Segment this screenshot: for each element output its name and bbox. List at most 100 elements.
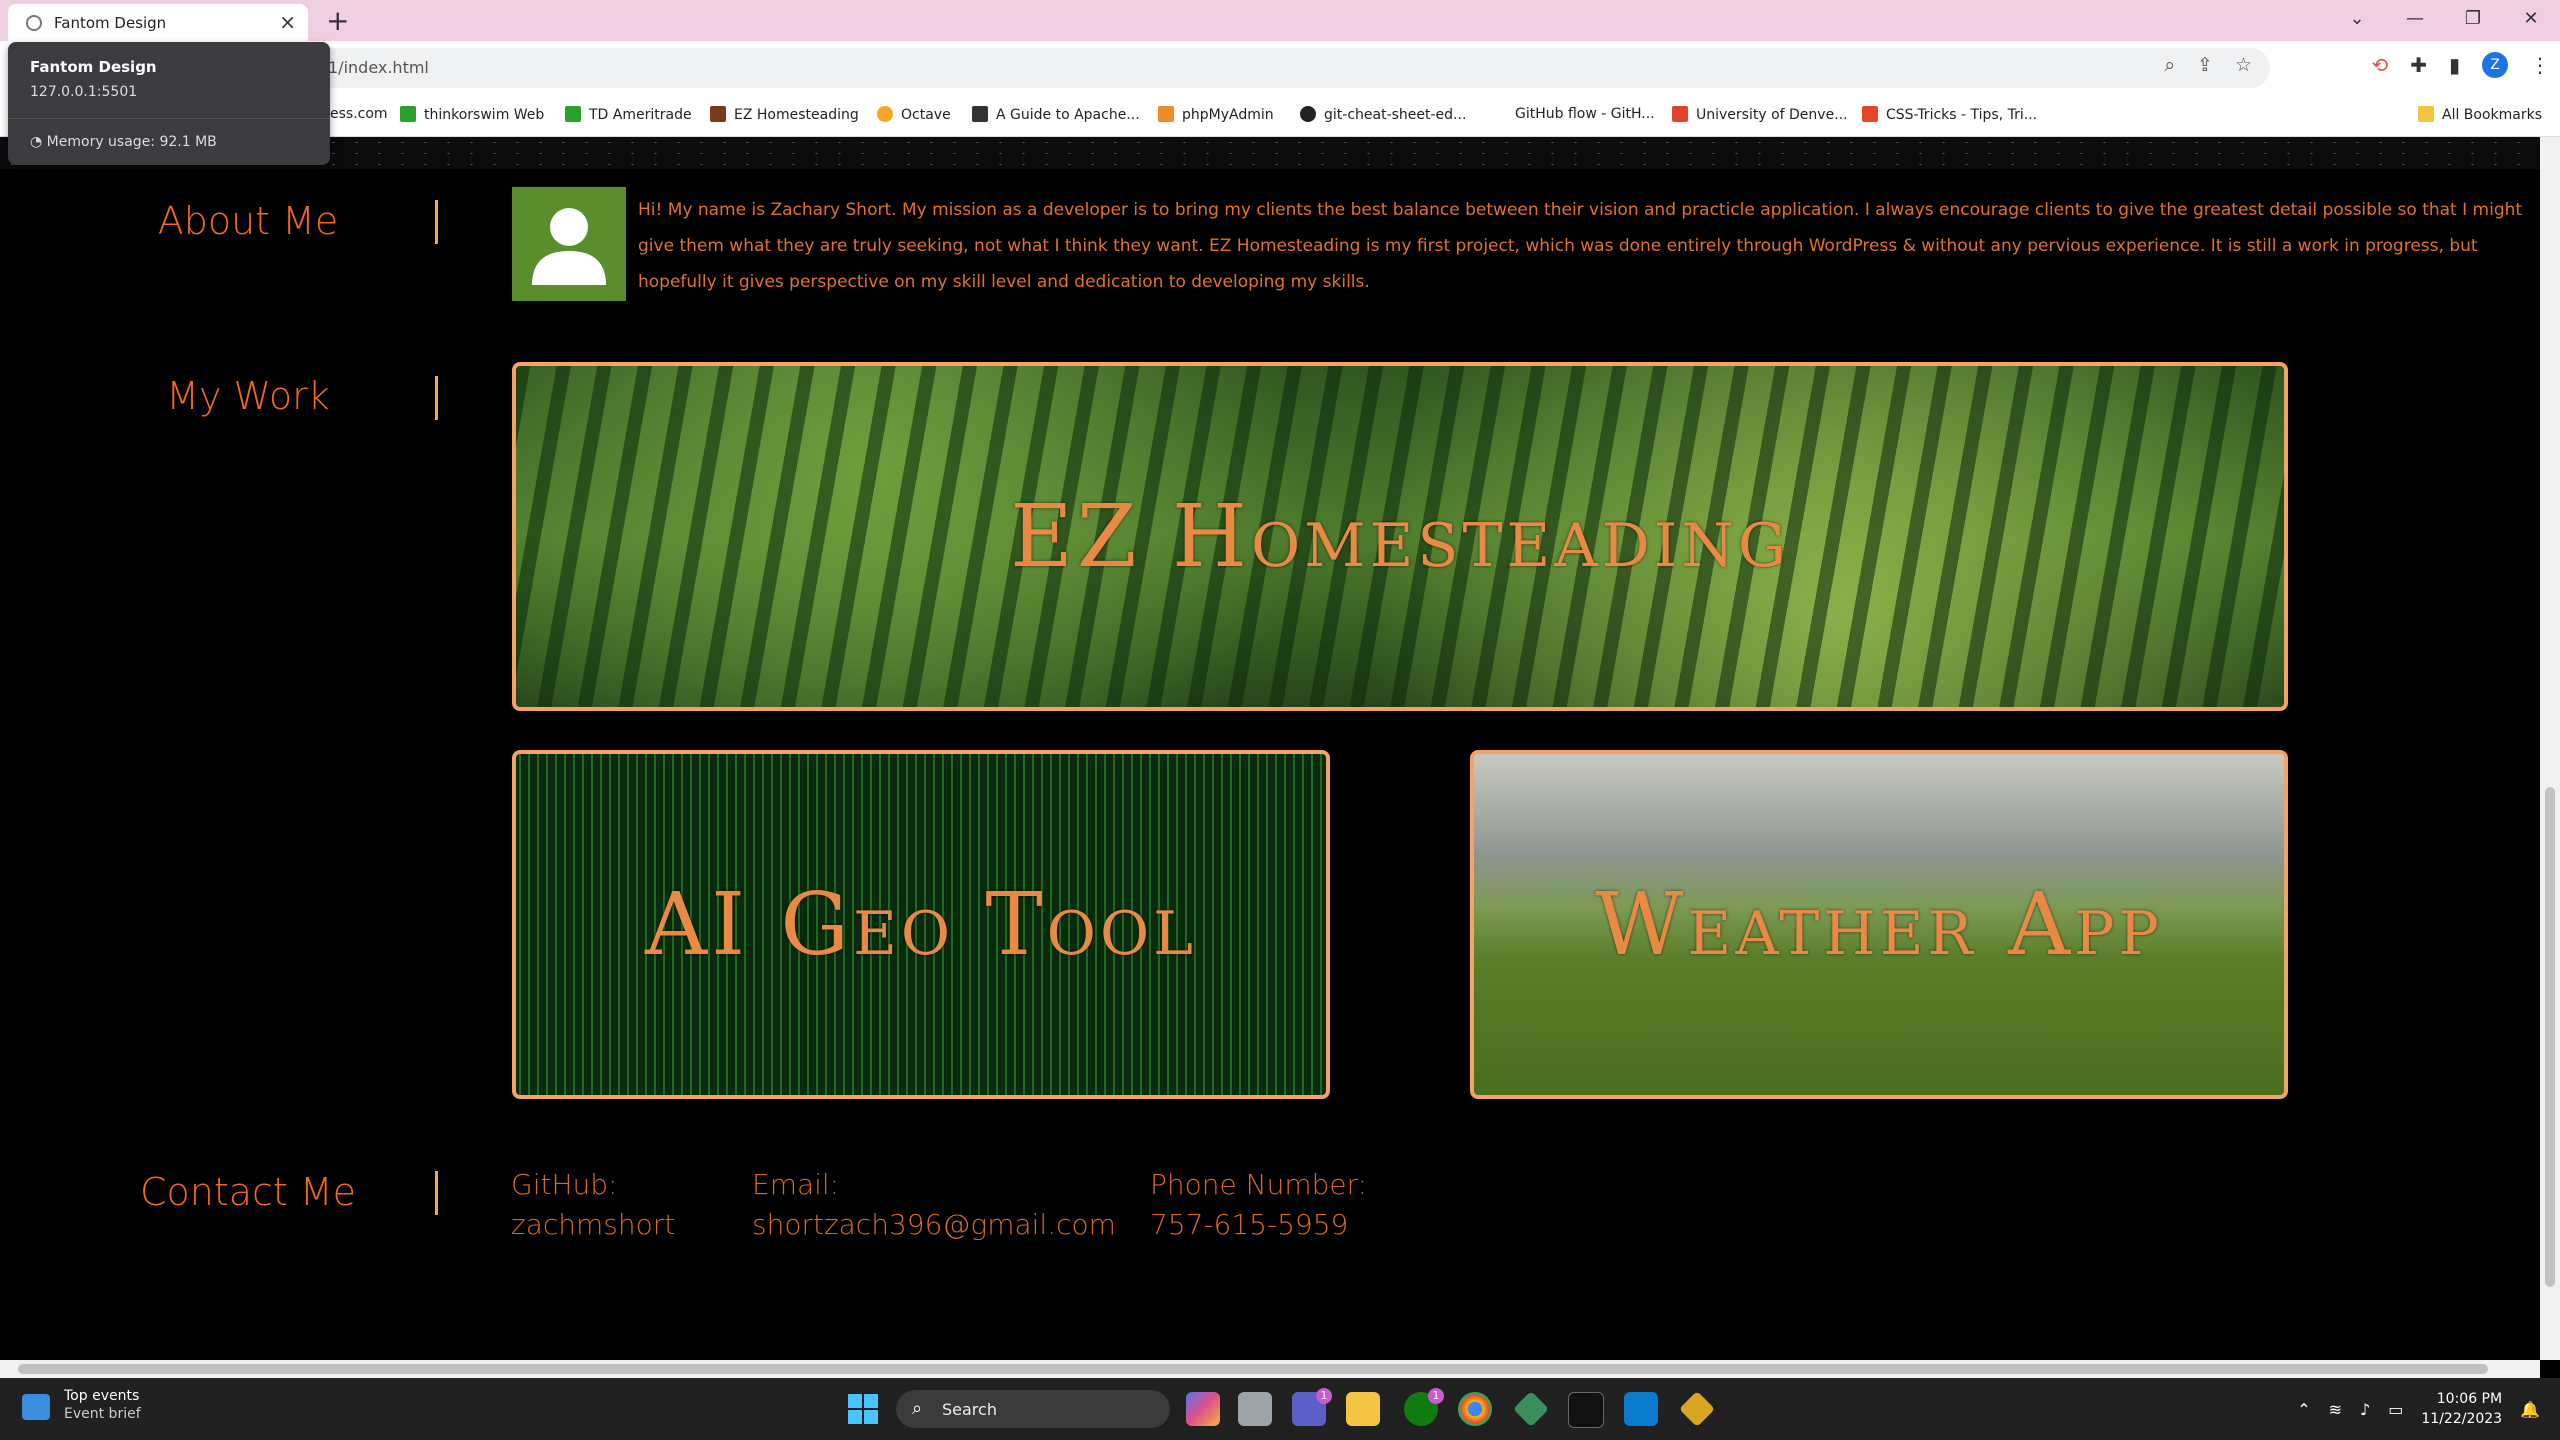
epic-games-icon[interactable] [1568, 1392, 1604, 1428]
starfield-banner [0, 137, 2540, 169]
search-icon: ⌕ [912, 1398, 923, 1419]
volume-icon[interactable]: ♪ [2360, 1400, 2370, 1419]
contact-github: GitHub: zachmshort [511, 1165, 675, 1245]
bookmark-star-icon[interactable]: ☆ [2235, 54, 2252, 76]
vscode-icon[interactable] [1624, 1392, 1658, 1426]
tab-close-button[interactable]: × [279, 10, 296, 34]
memory-usage: ◔ Memory usage: 92.1 MB [30, 134, 217, 150]
profile-avatar[interactable]: Z [2482, 52, 2508, 78]
bookmark-item[interactable]: thinkorswim Web [400, 106, 544, 123]
xbox-icon[interactable]: 1 [1404, 1388, 1444, 1426]
all-bookmarks-label: All Bookmarks [2442, 107, 2543, 123]
battery-icon[interactable]: ▭ [2388, 1400, 2403, 1419]
memory-text: Memory usage: 92.1 MB [46, 134, 217, 150]
bookmark-item[interactable]: CSS-Tricks - Tips, Tri... [1862, 106, 2037, 123]
bookmark-item[interactable]: University of Denve... [1672, 106, 1848, 123]
minimize-button[interactable]: — [2386, 0, 2444, 41]
bookmark-item[interactable]: EZ Homesteading [710, 106, 859, 123]
globe-icon [26, 15, 42, 31]
horizontal-scrollbar[interactable] [0, 1360, 2540, 1378]
project-card-ez-homesteading[interactable]: EZ Homesteading [512, 362, 2288, 711]
bookmark-label: GitHub flow - GitH... [1515, 106, 1655, 122]
teams-icon[interactable]: 1 [1292, 1388, 1332, 1426]
github-value[interactable]: zachmshort [511, 1205, 675, 1245]
hovercard-title: Fantom Design [30, 58, 157, 76]
bookmark-label: University of Denve... [1696, 107, 1848, 123]
work-title: My Work [166, 374, 330, 418]
share-icon[interactable]: ⇪ [2197, 54, 2213, 76]
bookmark-item[interactable]: git-cheat-sheet-ed... [1300, 106, 1466, 123]
git-kraken-icon[interactable] [1512, 1390, 1550, 1428]
browser-toolbar: 1/index.html ⌕ ⇪ ☆ [0, 41, 2560, 94]
scroll-thumb[interactable] [18, 1364, 2488, 1374]
new-tab-button[interactable]: + [326, 4, 349, 37]
phone-label: Phone Number: [1150, 1168, 1368, 1201]
bookmark-item[interactable]: A Guide to Apache... [972, 106, 1140, 123]
td-ameritrade-icon [565, 106, 581, 122]
project-card-ai-geo-tool[interactable]: AI Geo Tool [512, 750, 1330, 1099]
bookmark-label: CSS-Tricks - Tips, Tri... [1886, 107, 2038, 123]
email-value[interactable]: shortzach396@gmail.com [752, 1205, 1116, 1245]
github-label: GitHub: [511, 1168, 618, 1201]
all-bookmarks-button[interactable]: All Bookmarks [2418, 106, 2542, 123]
project-label: EZ Homesteading [1010, 486, 1790, 587]
project-label: AI Geo Tool [644, 874, 1198, 975]
widgets-button[interactable]: Top events Event brief [22, 1388, 141, 1422]
apache-guide-icon [972, 106, 988, 122]
gitlab-icon [1672, 106, 1688, 122]
project-card-weather-app[interactable]: Weather App [1470, 750, 2288, 1099]
zoom-icon[interactable]: ⌕ [2164, 54, 2175, 76]
taskbar: Top events Event brief ⌕ Search 1 1 ⌃ ≋ … [0, 1378, 2560, 1440]
bookmark-label: git-cheat-sheet-ed... [1324, 107, 1467, 123]
hovercard-divider [8, 118, 330, 119]
date-text: 11/22/2023 [2421, 1411, 2503, 1427]
bookmark-item[interactable]: GitHub flow - GitH... [1515, 106, 1655, 122]
copilot-icon[interactable] [1186, 1392, 1220, 1426]
bookmark-item[interactable]: Octave [877, 106, 951, 123]
notification-badge: 1 [1316, 1388, 1332, 1404]
tab-hover-card: Fantom Design 127.0.0.1:5501 ◔ Memory us… [8, 42, 330, 165]
browser-tab[interactable]: Fantom Design × [8, 4, 308, 41]
restore-button[interactable]: ❐ [2444, 0, 2502, 41]
gauge-icon: ◔ [30, 134, 47, 150]
bookmark-item[interactable]: ess.com [330, 106, 388, 122]
address-bar[interactable]: 1/index.html ⌕ ⇪ ☆ [310, 48, 2270, 88]
news-icon [22, 1394, 50, 1420]
about-divider [435, 200, 438, 244]
sourcetree-icon[interactable] [1678, 1390, 1716, 1428]
taskbar-search[interactable]: ⌕ Search [896, 1390, 1170, 1428]
search-placeholder: Search [942, 1400, 997, 1419]
side-panel-icon[interactable]: ▮ [2449, 53, 2460, 77]
bookmark-item[interactable]: TD Ameritrade [565, 106, 692, 123]
close-window-button[interactable]: ✕ [2502, 0, 2560, 41]
bookmark-label: thinkorswim Web [424, 107, 545, 123]
menu-kebab-icon[interactable]: ⋮ [2530, 53, 2550, 77]
tab-search-button[interactable]: ⌄ [2328, 0, 2386, 41]
bookmark-label: TD Ameritrade [589, 107, 692, 123]
hovercard-url: 127.0.0.1:5501 [30, 84, 138, 100]
ez-homesteading-icon [710, 106, 726, 122]
chevron-up-icon[interactable]: ⌃ [2297, 1400, 2310, 1419]
vertical-scrollbar[interactable] [2540, 137, 2560, 1360]
octave-icon [877, 106, 893, 122]
phone-value[interactable]: 757-615-5959 [1150, 1205, 1367, 1245]
chrome-icon[interactable] [1458, 1392, 1492, 1426]
notification-bell-icon[interactable]: 🔔 [2520, 1400, 2540, 1419]
tab-bar: Fantom Design × + ⌄ — ❐ ✕ [0, 0, 2560, 41]
scroll-thumb[interactable] [2545, 787, 2555, 1287]
bookmark-label: ess.com [330, 106, 388, 122]
bookmark-label: phpMyAdmin [1182, 107, 1274, 123]
wifi-icon[interactable]: ≋ [2329, 1400, 2342, 1419]
about-title: About Me [157, 199, 339, 243]
file-explorer-icon[interactable] [1346, 1392, 1380, 1426]
phpmyadmin-icon [1158, 106, 1174, 122]
task-view-icon[interactable] [1238, 1392, 1272, 1426]
url-text[interactable]: 1/index.html [328, 58, 429, 77]
clock[interactable]: 10:06 PM 11/22/2023 [2421, 1389, 2502, 1429]
extensions-puzzle-icon[interactable]: ✚ [2410, 53, 2427, 77]
thinkorswim-icon [400, 106, 416, 122]
extension-red-icon[interactable]: ⟲ [2371, 53, 2388, 77]
folder-icon [2418, 106, 2434, 122]
bookmark-item[interactable]: phpMyAdmin [1158, 106, 1274, 123]
windows-start-icon[interactable] [848, 1394, 878, 1424]
